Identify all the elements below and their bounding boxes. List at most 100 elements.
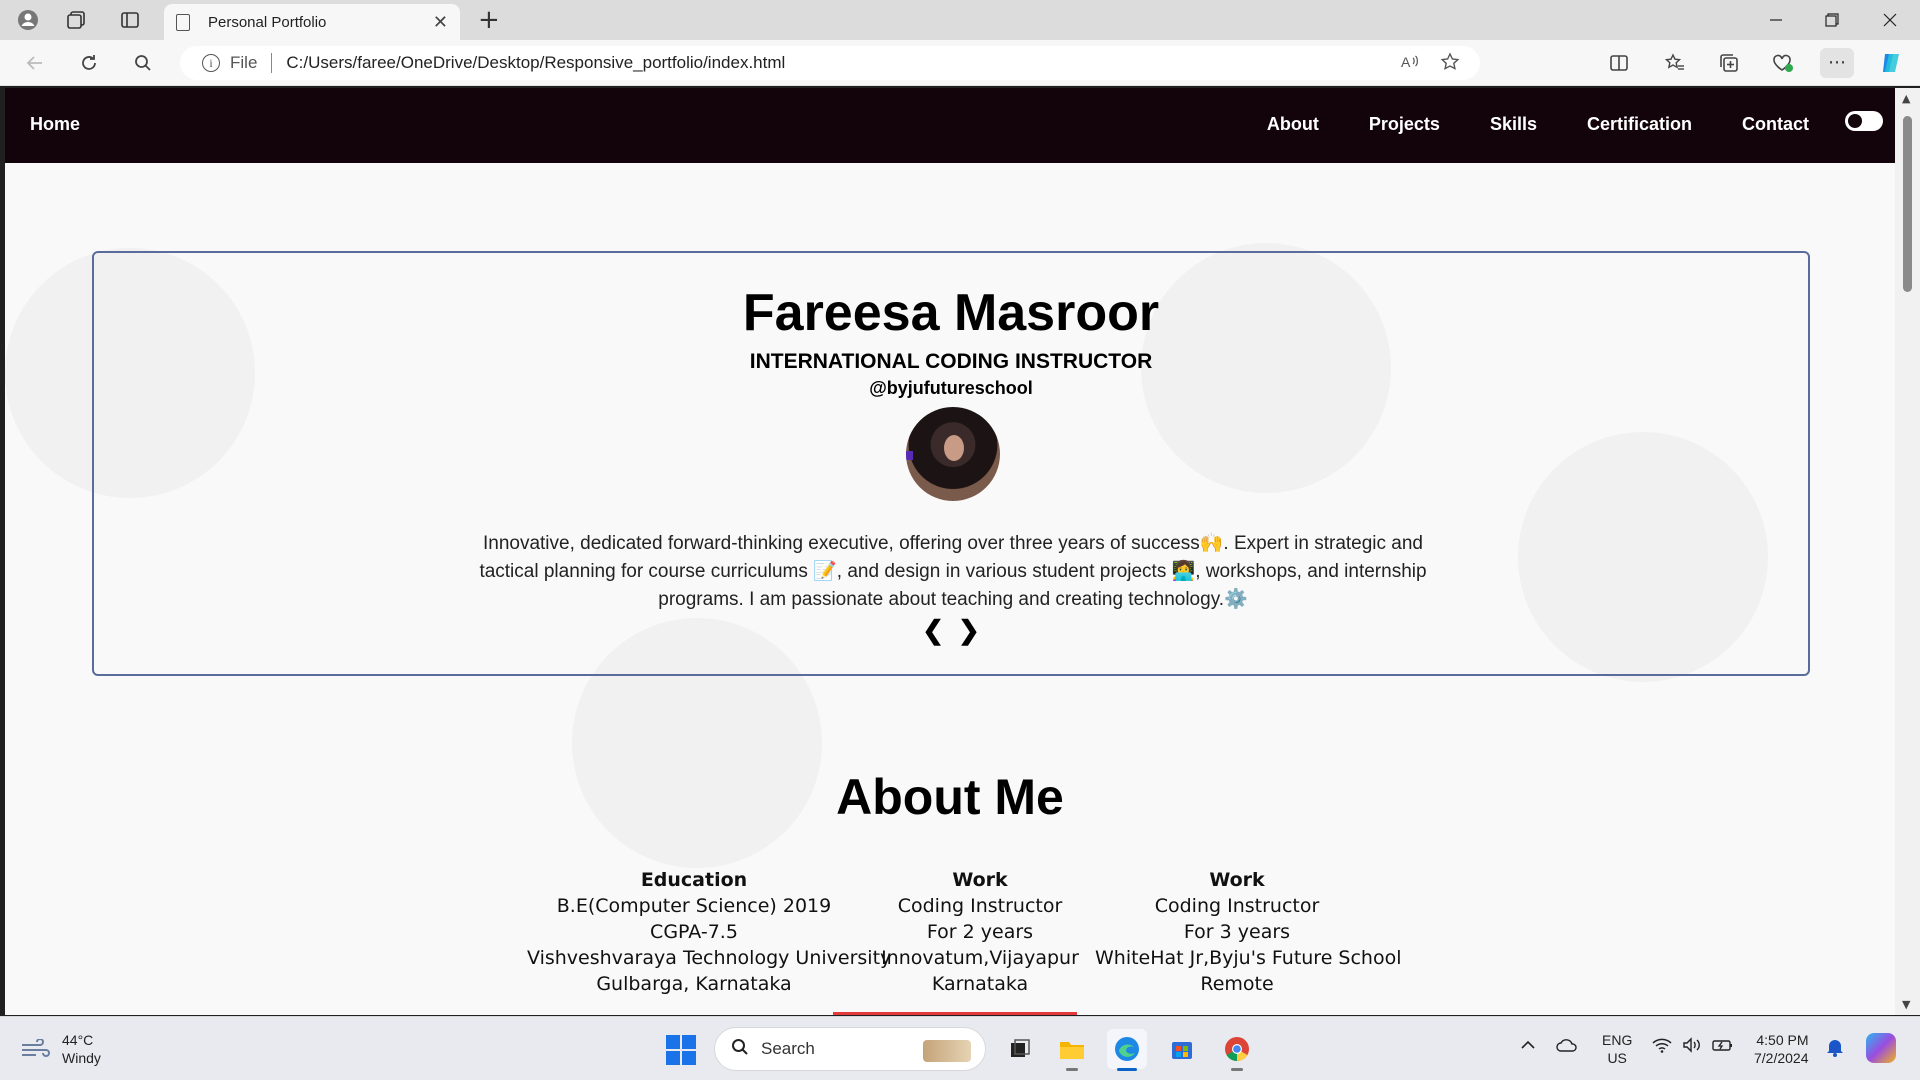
search-highlight-image	[923, 1040, 971, 1062]
column-line: Vishveshvaraya Technology University	[527, 947, 892, 969]
search-icon	[731, 1038, 749, 1061]
nav-about-link[interactable]: About	[1267, 114, 1319, 135]
close-window-icon[interactable]	[1862, 4, 1918, 36]
favorite-star-icon[interactable]	[1440, 52, 1460, 77]
column-line: WhiteHat Jr,Byju's Future School	[1095, 947, 1402, 969]
carousel-next-button[interactable]: ❯	[958, 615, 980, 646]
restore-icon[interactable]	[1804, 4, 1860, 36]
favorites-icon[interactable]	[1658, 48, 1692, 78]
windows-taskbar: 44°C Windy Search ENG US 4:50 PM 7/2/202…	[0, 1016, 1920, 1080]
weather-widget[interactable]: 44°C Windy	[20, 1031, 101, 1067]
work-column-2: Work Coding Instructor For 3 years White…	[1095, 867, 1402, 997]
accent-divider	[833, 1012, 1077, 1015]
work-column-1: Work Coding Instructor For 2 years Innov…	[881, 867, 1079, 997]
system-clock[interactable]: 4:50 PM 7/2/2024	[1754, 1031, 1809, 1067]
tab-actions-icon[interactable]	[114, 6, 146, 34]
column-line: B.E(Computer Science) 2019	[556, 895, 832, 917]
page-viewport: Home About Projects Skills Certification…	[5, 88, 1895, 1015]
weather-desc: Windy	[62, 1050, 101, 1066]
url-field[interactable]: i File C:/Users/faree/OneDrive/Desktop/R…	[180, 46, 1480, 80]
wifi-icon[interactable]	[1652, 1037, 1672, 1058]
page-scrollbar[interactable]: ▲ ▼	[1895, 88, 1920, 1015]
site-navbar: Home About Projects Skills Certification…	[5, 88, 1895, 163]
scroll-up-icon[interactable]: ▲	[1902, 92, 1910, 105]
wind-icon	[20, 1038, 50, 1059]
hero-card: Fareesa Masroor INTERNATIONAL CODING INS…	[92, 251, 1810, 676]
browser-address-bar: i File C:/Users/faree/OneDrive/Desktop/R…	[0, 40, 1920, 86]
copilot-icon[interactable]	[1874, 48, 1908, 78]
back-icon[interactable]	[18, 48, 52, 78]
read-aloud-icon[interactable]: A	[1400, 52, 1420, 77]
column-heading: Education	[640, 869, 748, 891]
url-scheme-label: File	[230, 53, 258, 72]
nav-skills-link[interactable]: Skills	[1490, 114, 1537, 135]
windows-start-icon[interactable]	[666, 1035, 696, 1065]
settings-more-button[interactable]: ···	[1820, 48, 1854, 78]
weather-temp: 44°C	[62, 1032, 94, 1048]
column-line: Innovatum,Vijayapur	[881, 947, 1079, 969]
battery-icon[interactable]	[1712, 1037, 1734, 1058]
site-info-icon[interactable]: i	[202, 54, 220, 72]
nav-certification-link[interactable]: Certification	[1587, 114, 1692, 135]
column-line: For 2 years	[926, 921, 1034, 943]
language-code: ENG	[1602, 1032, 1633, 1048]
task-view-icon[interactable]	[1000, 1029, 1040, 1069]
toggle-knob	[1848, 114, 1862, 128]
column-line: Karnataka	[931, 973, 1029, 995]
search-icon[interactable]	[126, 48, 160, 78]
hero-bio: Innovative, dedicated forward-thinking e…	[479, 533, 1427, 610]
split-screen-icon[interactable]	[1602, 48, 1636, 78]
search-placeholder: Search	[761, 1039, 815, 1058]
nav-home-link[interactable]: Home	[30, 114, 80, 135]
hero-role: INTERNATIONAL CODING INSTRUCTOR	[749, 350, 1153, 373]
carousel-prev-button[interactable]: ❮	[922, 615, 944, 646]
notification-bell-icon[interactable]	[1826, 1037, 1844, 1062]
url-divider	[271, 53, 273, 73]
volume-icon[interactable]	[1682, 1037, 1702, 1058]
page-icon	[176, 13, 190, 31]
minimize-icon[interactable]	[1748, 4, 1804, 36]
svg-text:A: A	[1401, 54, 1411, 70]
microsoft-store-icon[interactable]	[1162, 1029, 1202, 1069]
workspaces-icon[interactable]	[60, 6, 92, 34]
region-code: US	[1607, 1050, 1627, 1066]
new-tab-button[interactable]: +	[478, 6, 500, 34]
theme-toggle[interactable]	[1845, 111, 1883, 131]
nav-contact-link[interactable]: Contact	[1742, 114, 1809, 135]
onedrive-icon[interactable]	[1556, 1037, 1578, 1058]
clock-date: 7/2/2024	[1754, 1050, 1809, 1066]
language-indicator[interactable]: ENG US	[1602, 1031, 1632, 1067]
avatar-face	[944, 435, 964, 461]
close-tab-icon[interactable]: ✕	[433, 12, 448, 33]
tab-personal-portfolio[interactable]: Personal Portfolio ✕	[164, 4, 460, 40]
column-line: Remote	[1200, 973, 1274, 995]
nav-projects-link[interactable]: Projects	[1369, 114, 1440, 135]
hero-handle: @byjufutureschool	[869, 378, 1033, 398]
education-column: Education B.E(Computer Science) 2019 CGP…	[527, 867, 892, 997]
taskbar-search[interactable]: Search	[714, 1027, 986, 1071]
avatar	[906, 407, 1000, 501]
collections-icon[interactable]	[1712, 48, 1746, 78]
hero-name: Fareesa Masroor	[742, 284, 1160, 342]
chrome-icon[interactable]	[1217, 1029, 1257, 1071]
show-hidden-icons-icon[interactable]	[1520, 1037, 1536, 1058]
copilot-taskbar-icon[interactable]	[1866, 1033, 1896, 1063]
profile-icon[interactable]	[12, 6, 44, 34]
column-line: CGPA-7.5	[650, 921, 738, 943]
edge-browser-icon[interactable]	[1107, 1029, 1147, 1071]
scroll-thumb[interactable]	[1903, 116, 1912, 292]
scroll-down-icon[interactable]: ▼	[1902, 998, 1910, 1011]
nav-links: About Projects Skills Certification Cont…	[1267, 114, 1809, 135]
file-explorer-icon[interactable]	[1052, 1029, 1092, 1071]
clock-time: 4:50 PM	[1756, 1032, 1809, 1048]
about-heading: About Me	[836, 769, 1064, 825]
column-line: Coding Instructor	[897, 895, 1063, 917]
carousel-controls: ❮ ❯	[94, 615, 1808, 646]
column-heading: Work	[1209, 869, 1265, 891]
reload-icon[interactable]	[72, 48, 106, 78]
url-text[interactable]: C:/Users/faree/OneDrive/Desktop/Responsi…	[286, 53, 785, 73]
browser-essentials-icon[interactable]	[1766, 48, 1800, 78]
column-line: For 3 years	[1183, 921, 1291, 943]
tab-title: Personal Portfolio	[208, 13, 327, 31]
avatar-badge	[906, 451, 913, 460]
